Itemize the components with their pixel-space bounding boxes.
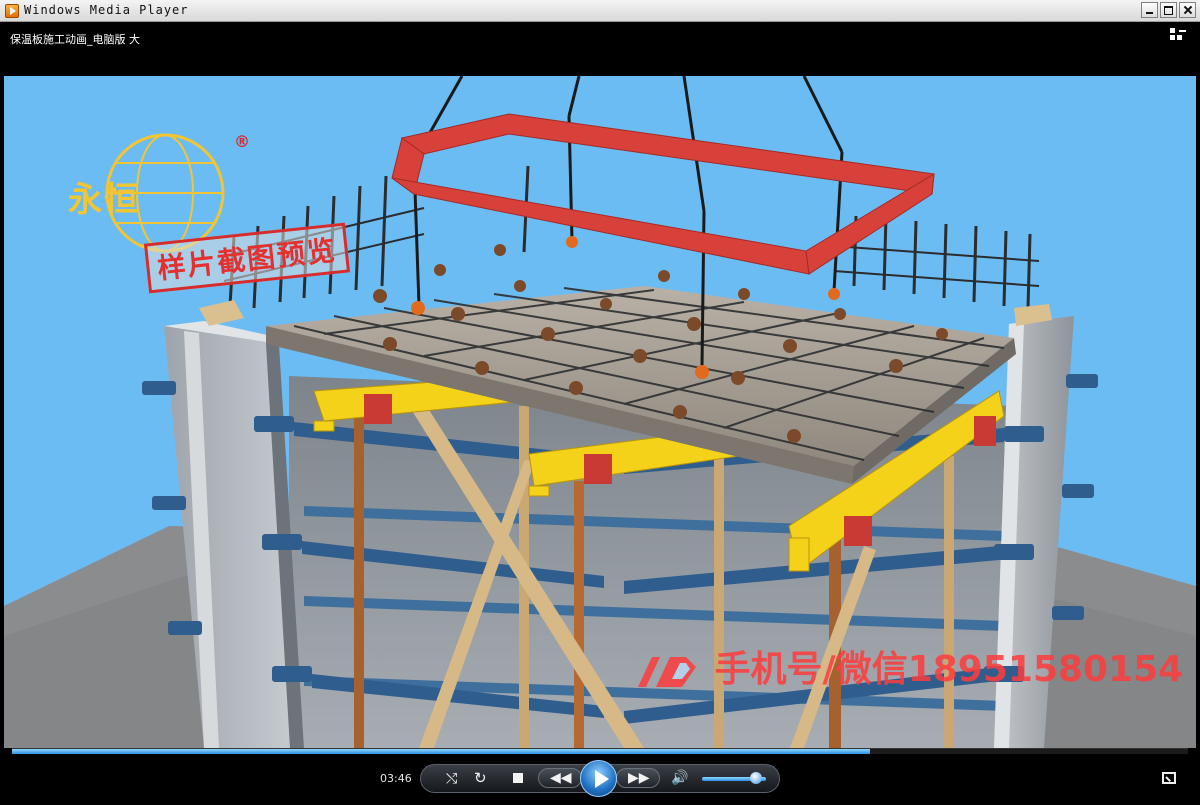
next-icon: ▶▶ bbox=[628, 770, 650, 786]
contact-watermark: 手机号/微信18951580154 bbox=[632, 640, 1183, 692]
maximize-button[interactable] bbox=[1160, 2, 1177, 18]
previous-button[interactable]: ◀◀ bbox=[538, 768, 582, 788]
media-info-bar: 保温板施工动画_电脑版 大 bbox=[0, 22, 1200, 76]
seek-bar[interactable] bbox=[12, 748, 1188, 754]
repeat-icon[interactable]: ↻ bbox=[474, 771, 487, 786]
window-controls bbox=[1141, 2, 1196, 18]
logo-text: 永恒 bbox=[68, 180, 140, 220]
media-player-icon bbox=[5, 4, 19, 18]
stop-icon[interactable] bbox=[513, 773, 523, 783]
window-titlebar[interactable]: Windows Media Player bbox=[0, 0, 1200, 22]
close-button[interactable] bbox=[1179, 2, 1196, 18]
watermark-text: 手机号/微信18951580154 bbox=[714, 649, 1184, 690]
video-area[interactable]: 永恒 ® 样片截图预览 手机号/微信18951580154 bbox=[4, 76, 1196, 748]
play-button[interactable] bbox=[580, 760, 617, 797]
seek-progress bbox=[12, 749, 871, 754]
playback-controls: 03:46 ⤭ ↻ ◀◀ ▶▶ 🔊 bbox=[0, 748, 1200, 805]
fullscreen-icon[interactable] bbox=[1162, 772, 1176, 784]
shuffle-icon[interactable]: ⤭ bbox=[446, 772, 457, 786]
previous-icon: ◀◀ bbox=[550, 770, 572, 786]
next-button[interactable]: ▶▶ bbox=[616, 768, 660, 788]
media-title: 保温板施工动画_电脑版 大 bbox=[10, 33, 140, 46]
window-title: Windows Media Player bbox=[24, 3, 189, 17]
minimize-button[interactable] bbox=[1141, 2, 1158, 18]
switch-to-library-icon[interactable] bbox=[1170, 28, 1186, 42]
current-time: 03:46 bbox=[380, 772, 412, 785]
registered-mark: ® bbox=[234, 132, 250, 151]
volume-icon[interactable]: 🔊 bbox=[671, 771, 688, 785]
brand-mark-icon bbox=[632, 653, 702, 689]
lifting-frame bbox=[391, 113, 935, 275]
